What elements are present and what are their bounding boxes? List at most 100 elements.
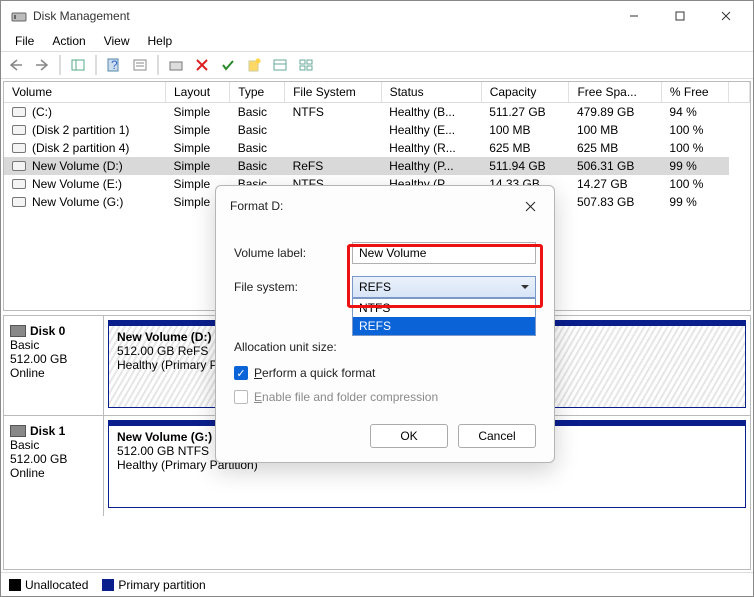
dialog-title: Format D:: [230, 199, 516, 213]
cell: [285, 121, 381, 139]
menu-action[interactable]: Action: [44, 32, 93, 50]
commit-button[interactable]: [217, 54, 239, 76]
volume-row[interactable]: (Disk 2 partition 4)SimpleBasicHealthy (…: [4, 139, 750, 157]
volume-row[interactable]: New Volume (D:)SimpleBasicReFSHealthy (P…: [4, 157, 750, 175]
cell: New Volume (G:): [4, 193, 166, 211]
cell: Simple: [166, 121, 230, 139]
cell: 511.27 GB: [481, 103, 569, 122]
cell: 625 MB: [569, 139, 661, 157]
file-system-selected: REFS: [359, 280, 391, 294]
new-button[interactable]: [243, 54, 265, 76]
format-dialog: Format D: Volume label: File system: REF…: [215, 185, 555, 463]
cell: 100 %: [661, 139, 728, 157]
compression-checkbox: [234, 390, 248, 404]
cell: 100 %: [661, 121, 728, 139]
menu-file[interactable]: File: [7, 32, 42, 50]
column-header[interactable]: Layout: [166, 82, 230, 103]
cell: New Volume (D:): [4, 157, 166, 175]
menu-help[interactable]: Help: [140, 32, 181, 50]
volume-icon: [12, 179, 26, 189]
cell: (Disk 2 partition 1): [4, 121, 166, 139]
refresh-button[interactable]: [165, 54, 187, 76]
cell: 100 MB: [569, 121, 661, 139]
list-view-button[interactable]: [269, 54, 291, 76]
back-button[interactable]: [5, 54, 27, 76]
volume-icon: [12, 161, 26, 171]
menu-view[interactable]: View: [96, 32, 138, 50]
volume-icon: [12, 197, 26, 207]
svg-text:?: ?: [111, 58, 118, 72]
cell: Basic: [230, 139, 285, 157]
column-header[interactable]: Type: [230, 82, 285, 103]
column-header[interactable]: Status: [381, 82, 481, 103]
cell: 99 %: [661, 157, 728, 175]
cell: ReFS: [285, 157, 381, 175]
cell: (C:): [4, 103, 166, 122]
volume-icon: [12, 125, 26, 135]
window-title: Disk Management: [33, 9, 611, 23]
forward-button[interactable]: [31, 54, 53, 76]
cell: 100 MB: [481, 121, 569, 139]
toolbar-sep: [59, 55, 61, 75]
cell: 507.83 GB: [569, 193, 661, 211]
legend-primary: Primary partition: [102, 578, 205, 592]
volume-label-input[interactable]: [352, 242, 536, 264]
app-icon: [11, 8, 27, 24]
file-system-label: File system:: [234, 280, 352, 294]
dialog-close-button[interactable]: [516, 194, 544, 218]
cell: Healthy (R...: [381, 139, 481, 157]
legend: Unallocated Primary partition: [1, 572, 753, 596]
disk-label[interactable]: Disk 0Basic512.00 GBOnline: [4, 316, 104, 415]
toolbar-sep: [95, 55, 97, 75]
volume-icon: [12, 143, 26, 153]
tile-view-button[interactable]: [295, 54, 317, 76]
show-tree-button[interactable]: [67, 54, 89, 76]
cell: Healthy (P...: [381, 157, 481, 175]
volume-icon: [12, 107, 26, 117]
cell: 511.94 GB: [481, 157, 569, 175]
file-system-dropdown: NTFS REFS: [352, 298, 536, 336]
disk-icon: [10, 425, 26, 437]
allocation-label: Allocation unit size:: [234, 340, 352, 354]
cell: New Volume (E:): [4, 175, 166, 193]
cell: 625 MB: [481, 139, 569, 157]
close-button[interactable]: [703, 1, 749, 31]
volume-label-label: Volume label:: [234, 246, 352, 260]
fs-option-ntfs[interactable]: NTFS: [353, 299, 535, 317]
volume-row[interactable]: (Disk 2 partition 1)SimpleBasicHealthy (…: [4, 121, 750, 139]
ok-button[interactable]: OK: [370, 424, 448, 448]
toolbar: ?: [1, 51, 753, 79]
column-header[interactable]: Free Spa...: [569, 82, 661, 103]
cell: 94 %: [661, 103, 728, 122]
column-header[interactable]: Volume: [4, 82, 166, 103]
properties-button[interactable]: [129, 54, 151, 76]
volume-row[interactable]: (C:)SimpleBasicNTFSHealthy (B...511.27 G…: [4, 103, 750, 122]
compression-label: Enable file and folder compression: [254, 390, 438, 404]
cell: Simple: [166, 157, 230, 175]
cell: 100 %: [661, 175, 728, 193]
fs-option-refs[interactable]: REFS: [353, 317, 535, 335]
disk-management-window: Disk Management File Action View Help ? …: [0, 0, 754, 597]
file-system-select[interactable]: REFS: [352, 276, 536, 298]
minimize-button[interactable]: [611, 1, 657, 31]
cell: [285, 139, 381, 157]
cell: 14.27 GB: [569, 175, 661, 193]
maximize-button[interactable]: [657, 1, 703, 31]
delete-button[interactable]: [191, 54, 213, 76]
quick-format-checkbox[interactable]: ✓: [234, 366, 248, 380]
column-header[interactable]: File System: [285, 82, 381, 103]
cell: Simple: [166, 103, 230, 122]
cell: NTFS: [285, 103, 381, 122]
cell: Healthy (B...: [381, 103, 481, 122]
cell: Healthy (E...: [381, 121, 481, 139]
cancel-button[interactable]: Cancel: [458, 424, 536, 448]
disk-label[interactable]: Disk 1Basic512.00 GBOnline: [4, 416, 104, 516]
column-header[interactable]: % Free: [661, 82, 728, 103]
help-button[interactable]: ?: [103, 54, 125, 76]
dialog-titlebar: Format D:: [216, 186, 554, 222]
cell: 99 %: [661, 193, 728, 211]
toolbar-sep: [157, 55, 159, 75]
column-header[interactable]: Capacity: [481, 82, 569, 103]
menubar: File Action View Help: [1, 31, 753, 51]
cell: 506.31 GB: [569, 157, 661, 175]
